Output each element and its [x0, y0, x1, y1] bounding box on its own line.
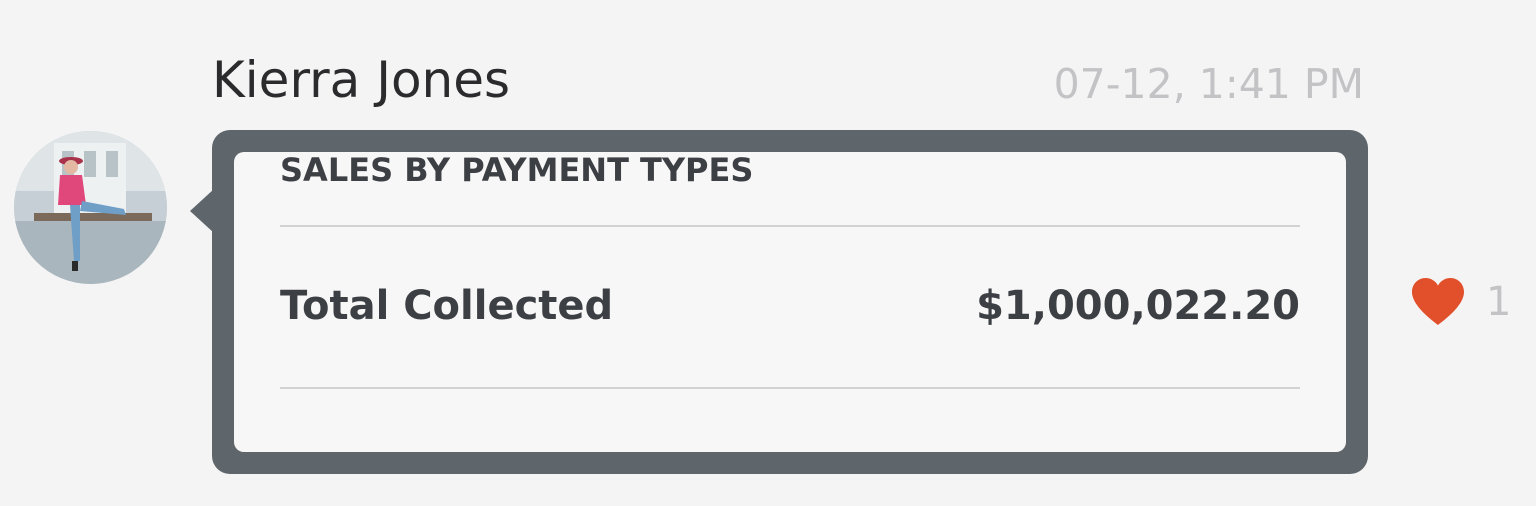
- like-reaction[interactable]: 1: [1410, 274, 1511, 330]
- total-collected-label: Total Collected: [280, 283, 614, 329]
- heart-icon[interactable]: [1410, 277, 1466, 327]
- message-bubble[interactable]: SALES BY PAYMENT TYPES Total Collected $…: [212, 130, 1368, 474]
- divider: [280, 225, 1300, 227]
- like-count: 1: [1486, 279, 1512, 325]
- total-collected-value: $1,000,022.20: [976, 283, 1300, 329]
- sales-report-card[interactable]: SALES BY PAYMENT TYPES Total Collected $…: [234, 152, 1346, 452]
- card-title: SALES BY PAYMENT TYPES: [280, 152, 754, 189]
- message-timestamp: 07-12, 1:41 PM: [1053, 60, 1364, 108]
- sender-name[interactable]: Kierra Jones: [212, 48, 510, 112]
- avatar[interactable]: [14, 131, 167, 284]
- bubble-tail: [190, 189, 214, 233]
- avatar-photo: [14, 131, 167, 284]
- divider: [280, 387, 1300, 389]
